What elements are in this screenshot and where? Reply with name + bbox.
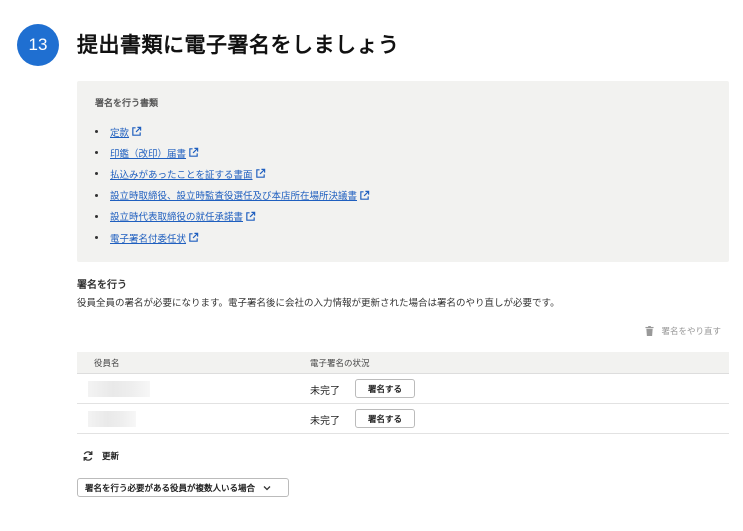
sign-button[interactable]: 署名する: [355, 379, 415, 398]
document-link-election-resolution[interactable]: 設立時取締役、設立時監査役選任及び本店所在場所決議書: [110, 188, 357, 202]
sign-section-description: 役員全員の署名が必要になります。電子署名後に会社の入力情報が更新された場合は署名…: [77, 298, 560, 309]
officer-name-redacted: [88, 411, 136, 427]
sign-button[interactable]: 署名する: [355, 409, 415, 428]
list-item: 印鑑（改印）届書: [95, 142, 370, 163]
external-link-icon[interactable]: [131, 126, 142, 137]
step-number: 13: [28, 35, 48, 54]
document-link-payment-certificate[interactable]: 払込みがあったことを証する書面: [110, 167, 253, 181]
document-link-power-of-attorney[interactable]: 電子署名付委任状: [110, 231, 186, 245]
list-item: 払込みがあったことを証する書面: [95, 163, 370, 184]
documents-panel: 署名を行う書類 定款 印鑑（改印）届書 払込みがあったことを証する書面 設立時取…: [77, 81, 729, 262]
bullet: [95, 193, 98, 197]
documents-list: 定款 印鑑（改印）届書 払込みがあったことを証する書面 設立時取締役、設立時監査…: [95, 121, 370, 248]
list-item: 設立時代表取締役の就任承諾書: [95, 206, 370, 227]
table-row: 未完了 署名する: [77, 374, 729, 404]
table-header: 役員名 電子署名の状況: [77, 352, 729, 374]
bullet: [95, 172, 98, 176]
bullet: [95, 151, 98, 155]
sign-section-heading: 署名を行う: [77, 280, 127, 291]
external-link-icon[interactable]: [255, 168, 266, 179]
redo-signature-button[interactable]: 署名をやり直す: [645, 325, 721, 337]
refresh-label: 更新: [102, 452, 120, 462]
trash-icon: [645, 326, 655, 336]
multiple-signers-value: 署名を行う必要がある役員が複数人いる場合: [85, 483, 256, 494]
refresh-icon: [83, 451, 93, 461]
column-header-status: 電子署名の状況: [310, 358, 370, 369]
bullet: [95, 214, 98, 218]
step-number-badge: 13: [17, 24, 59, 66]
external-link-icon[interactable]: [188, 232, 199, 243]
refresh-button[interactable]: 更新: [82, 450, 119, 462]
column-header-name: 役員名: [94, 358, 120, 369]
signature-status: 未完了: [310, 386, 340, 397]
signature-status: 未完了: [310, 416, 340, 427]
bullet: [95, 236, 98, 240]
redo-signature-label: 署名をやり直す: [661, 327, 721, 337]
table-row: 未完了 署名する: [77, 404, 729, 434]
signer-table: 役員名 電子署名の状況 未完了 署名する 未完了 署名する: [77, 352, 729, 434]
bullet: [95, 130, 98, 134]
documents-heading: 署名を行う書類: [95, 99, 159, 109]
chevron-down-icon: [263, 485, 271, 490]
document-link-teikan[interactable]: 定款: [110, 125, 129, 139]
officer-name-redacted: [88, 381, 150, 397]
list-item: 定款: [95, 121, 370, 142]
document-link-seal-registration[interactable]: 印鑑（改印）届書: [110, 146, 186, 160]
page-title: 提出書類に電子署名をしましょう: [77, 33, 400, 57]
list-item: 電子署名付委任状: [95, 227, 370, 248]
external-link-icon[interactable]: [359, 190, 370, 201]
external-link-icon[interactable]: [245, 211, 256, 222]
document-link-acceptance[interactable]: 設立時代表取締役の就任承諾書: [110, 209, 243, 223]
multiple-signers-dropdown[interactable]: 署名を行う必要がある役員が複数人いる場合: [77, 478, 289, 497]
list-item: 設立時取締役、設立時監査役選任及び本店所在場所決議書: [95, 185, 370, 206]
external-link-icon[interactable]: [188, 147, 199, 158]
